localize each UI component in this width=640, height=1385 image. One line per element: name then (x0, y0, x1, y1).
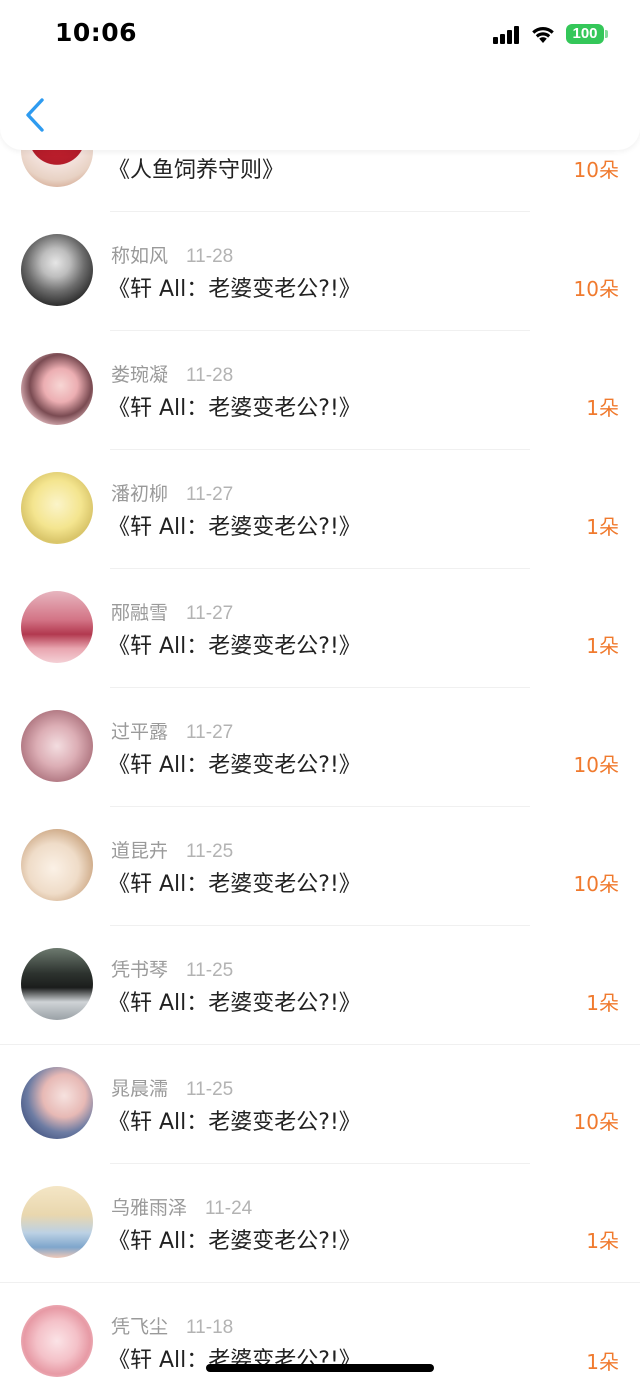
girl-window-avatar (21, 1067, 93, 1139)
user-name: 潘初柳 (111, 483, 169, 505)
item-meta: 凭飞尘 11-18 (111, 1312, 233, 1339)
item-date: 11-27 (186, 484, 234, 505)
book-title: 《轩 All：老婆变老公?!》 (108, 1110, 361, 1135)
item-date: 11-25 (186, 841, 234, 862)
battery-cap (605, 30, 608, 38)
item-meta: 道昆卉 11-25 (111, 836, 233, 863)
wifi-icon (532, 26, 554, 43)
item-date: 11-27 (186, 722, 234, 743)
item-meta: 娄琬凝 11-28 (111, 360, 233, 387)
flower-amount: 1朵 (586, 515, 619, 539)
cellular-signal-icon (493, 26, 521, 44)
list-item[interactable]: 道昆卉 11-25 《轩 All：老婆变老公?!》 10朵 (0, 806, 640, 925)
flower-amount: 10朵 (573, 277, 619, 301)
soft-girl-avatar (21, 710, 93, 782)
item-meta: 称如风 11-28 (111, 241, 233, 268)
book-title: 《轩 All：老婆变老公?!》 (108, 277, 361, 302)
back-chevron-icon[interactable] (18, 94, 54, 136)
user-name: 邴融雪 (111, 602, 169, 624)
screen: 《人鱼饲养守则》 10朵 称如风 11-28 《轩 All：老婆变老公?!》 10… (0, 0, 640, 1385)
user-name: 娄琬凝 (111, 364, 169, 386)
status-time: 10:06 (55, 18, 138, 47)
book-title: 《轩 All：老婆变老公?!》 (108, 872, 361, 897)
flower-amount: 10朵 (573, 753, 619, 777)
user-name: 凭书琴 (111, 959, 169, 981)
list-item[interactable]: 凭书琴 11-25 《轩 All：老婆变老公?!》 1朵 (0, 925, 640, 1044)
item-meta: 潘初柳 11-27 (111, 479, 233, 506)
flower-amount: 1朵 (586, 634, 619, 658)
list-item[interactable]: 潘初柳 11-27 《轩 All：老婆变老公?!》 1朵 (0, 449, 640, 568)
sunset-hand-avatar (21, 591, 93, 663)
car-person-avatar (21, 948, 93, 1020)
flower-amount: 1朵 (586, 1350, 619, 1374)
item-date: 11-27 (186, 603, 234, 624)
user-name: 过平露 (111, 721, 169, 743)
item-date: 11-25 (186, 1079, 234, 1100)
book-title: 《轩 All：老婆变老公?!》 (108, 396, 361, 421)
list-item[interactable]: 邴融雪 11-27 《轩 All：老婆变老公?!》 1朵 (0, 568, 640, 687)
item-date: 11-28 (186, 246, 234, 267)
book-title: 《轩 All：老婆变老公?!》 (108, 753, 361, 778)
user-name: 道昆卉 (111, 840, 169, 862)
item-date: 11-18 (186, 1317, 234, 1338)
book-title: 《轩 All：老婆变老公?!》 (108, 634, 361, 659)
calligraphy-avatar (21, 1186, 93, 1258)
item-meta: 邴融雪 11-27 (111, 598, 233, 625)
cream-person-avatar (21, 829, 93, 901)
flower-amount: 10朵 (573, 872, 619, 896)
top-bar: 10:06 100 (0, 0, 640, 150)
list-item[interactable]: 娄琬凝 11-28 《轩 All：老婆变老公?!》 1朵 (0, 330, 640, 449)
list-item[interactable]: 晁晨濡 11-25 《轩 All：老婆变老公?!》 10朵 (0, 1044, 640, 1163)
pink-girl-avatar (21, 353, 93, 425)
item-meta: 乌雅雨泽 11-24 (111, 1193, 252, 1220)
user-name: 晁晨濡 (111, 1078, 169, 1100)
grayscale-girl-avatar (21, 234, 93, 306)
item-meta: 过平露 11-27 (111, 717, 233, 744)
item-meta: 晁晨濡 11-25 (111, 1074, 233, 1101)
user-name: 凭飞尘 (111, 1316, 169, 1338)
book-title: 《轩 All：老婆变老公?!》 (108, 991, 361, 1016)
user-name: 乌雅雨泽 (111, 1197, 188, 1219)
flower-amount: 10朵 (573, 1110, 619, 1134)
list-item[interactable]: 乌雅雨泽 11-24 《轩 All：老婆变老公?!》 1朵 (0, 1163, 640, 1282)
item-date: 11-28 (186, 365, 234, 386)
item-meta: 凭书琴 11-25 (111, 955, 233, 982)
book-title: 《轩 All：老婆变老公?!》 (108, 515, 361, 540)
list-item[interactable]: 称如风 11-28 《轩 All：老婆变老公?!》 10朵 (0, 211, 640, 330)
book-title: 《人鱼饲养守则》 (108, 158, 285, 183)
flower-amount: 10朵 (573, 158, 619, 182)
flower-amount: 1朵 (586, 1229, 619, 1253)
sheep-avatar (21, 1305, 93, 1377)
battery-icon: 100 (566, 24, 604, 44)
item-date: 11-25 (186, 960, 234, 981)
flower-amount: 1朵 (586, 991, 619, 1015)
list-item[interactable]: 过平露 11-27 《轩 All：老婆变老公?!》 10朵 (0, 687, 640, 806)
home-indicator[interactable] (206, 1364, 434, 1372)
sketch-girl-avatar (21, 472, 93, 544)
status-bar: 10:06 100 (0, 0, 640, 70)
user-name: 称如风 (111, 245, 169, 267)
item-date: 11-24 (205, 1198, 253, 1219)
book-title: 《轩 All：老婆变老公?!》 (108, 1229, 361, 1254)
flower-amount: 1朵 (586, 396, 619, 420)
